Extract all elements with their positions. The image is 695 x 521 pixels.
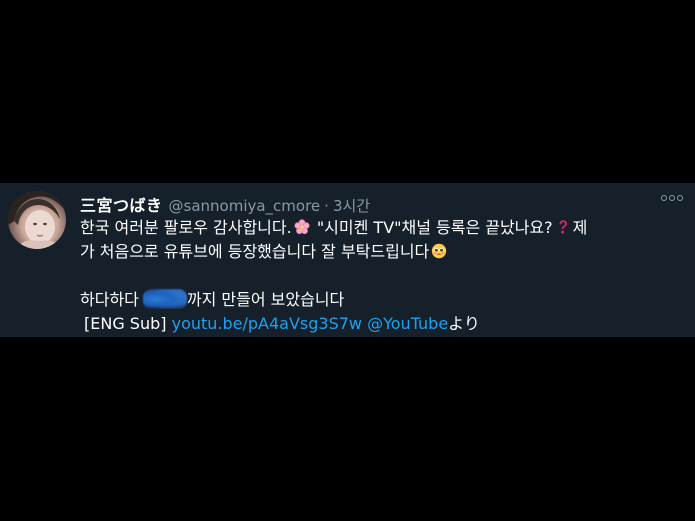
text-segment: より xyxy=(448,314,480,333)
more-options-icon[interactable] xyxy=(661,195,683,201)
tweet-text: 한국 여러분 팔로우 감사합니다. "시미켄 TV"채널 등록은 끝났나요? 제… xyxy=(80,216,680,336)
red-question-mark-icon xyxy=(559,220,567,234)
pleading-face-icon xyxy=(432,243,447,259)
text-segment: 하다하다 xyxy=(80,290,139,309)
timestamp[interactable]: 3시간 xyxy=(333,195,370,216)
redacted-blur xyxy=(142,289,187,309)
more-dot xyxy=(677,195,683,201)
separator-dot: · xyxy=(324,197,329,215)
tweet-line-4: [ENG Sub] youtu.be/pA4aVsg3S7w @YouTubeよ… xyxy=(80,312,680,336)
tweet-line-1: 한국 여러분 팔로우 감사합니다. "시미켄 TV"채널 등록은 끝났나요? 제 xyxy=(80,216,680,240)
display-name[interactable]: 三宮つばき xyxy=(80,192,163,216)
text-segment: 한국 여러분 팔로우 감사합니다. xyxy=(80,218,292,237)
youtube-mention[interactable]: @YouTube xyxy=(367,314,448,333)
text-segment: 제 xyxy=(572,218,588,237)
avatar[interactable] xyxy=(8,191,66,249)
tweet-card[interactable]: 三宮つばき @sannomiya_cmore · 3시간 한국 여러분 팔로우 … xyxy=(0,183,695,337)
more-dot xyxy=(661,195,667,201)
youtube-link[interactable]: youtu.be/pA4aVsg3S7w xyxy=(172,314,362,333)
text-segment: 까지 만들어 보았습니다 xyxy=(186,290,345,309)
more-dot xyxy=(669,195,675,201)
text-segment: [ENG Sub] xyxy=(84,314,167,333)
tweet-line-3: 하다하다 까지 만들어 보았습니다 xyxy=(80,288,680,312)
profile-photo xyxy=(8,191,66,249)
text-segment: 가 처음으로 유튜브에 등장했습니다 잘 부탁드립니다 xyxy=(80,242,430,261)
tweet-line-2: 가 처음으로 유튜브에 등장했습니다 잘 부탁드립니다 xyxy=(80,240,680,264)
tweet-header: 三宮つばき @sannomiya_cmore · 3시간 xyxy=(80,192,370,216)
user-handle[interactable]: @sannomiya_cmore xyxy=(169,197,321,215)
text-segment: "시미켄 TV"채널 등록은 끝났나요? xyxy=(316,218,553,237)
cherry-blossom-icon xyxy=(294,219,310,235)
